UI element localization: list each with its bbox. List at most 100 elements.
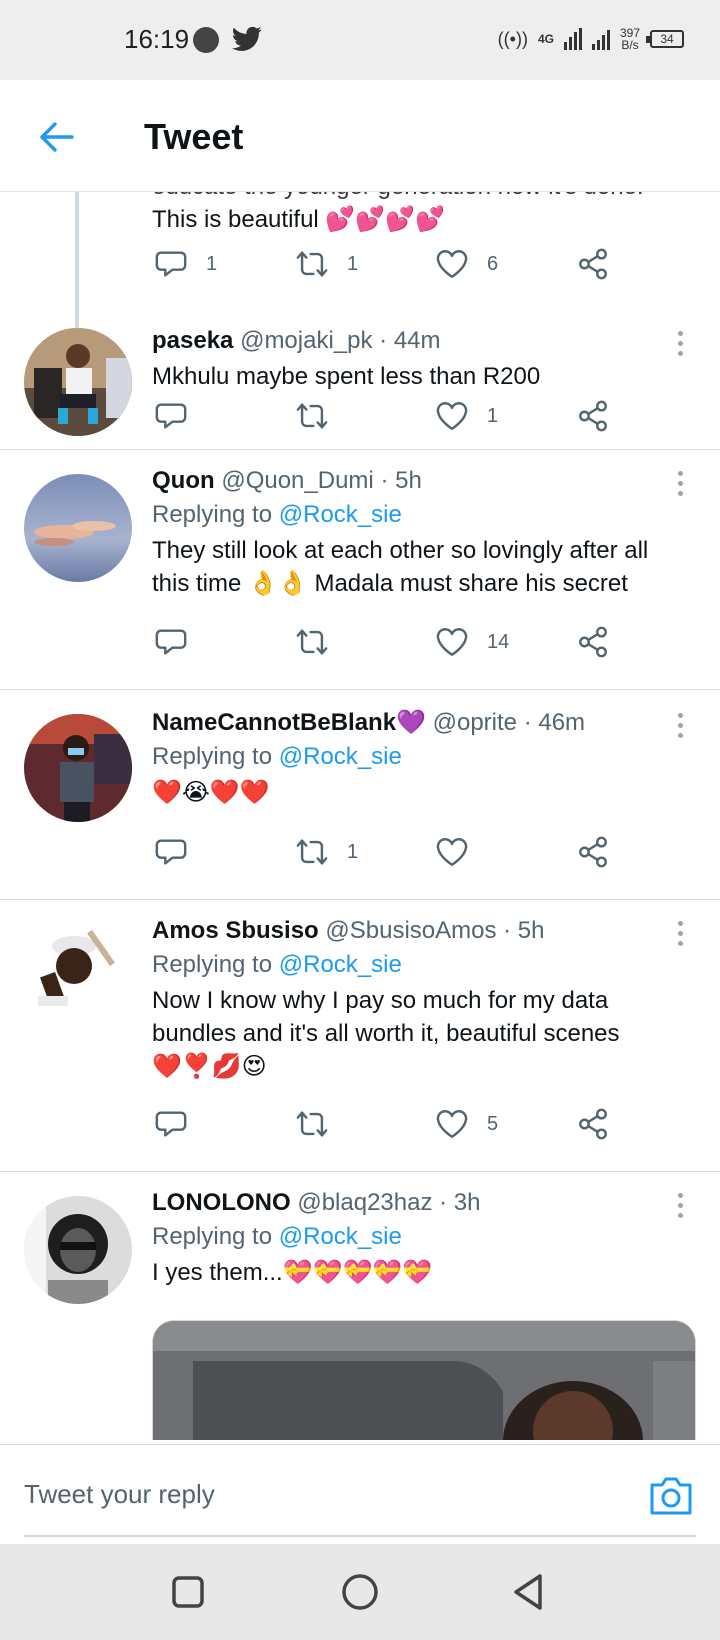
share-button[interactable]: [576, 1104, 610, 1144]
avatar[interactable]: [24, 1196, 132, 1304]
timestamp: · 5h: [503, 917, 545, 944]
tweet-content: paseka @mojaki_pk · 44m Mkhulu maybe spe…: [152, 324, 664, 393]
share-button[interactable]: [576, 622, 610, 662]
avatar[interactable]: [24, 924, 132, 1032]
like-button[interactable]: [435, 832, 487, 872]
parent-tweet-text: educate the younger generation now it's …: [152, 192, 644, 236]
username[interactable]: @mojaki_pk: [240, 327, 372, 354]
notification-dot-icon: [193, 27, 219, 53]
username[interactable]: @Quon_Dumi: [221, 467, 373, 494]
avatar-photo: [24, 1196, 132, 1304]
display-name[interactable]: LONOLONO: [152, 1189, 291, 1216]
tweet-actions: 14: [152, 622, 632, 662]
share-button[interactable]: [576, 396, 610, 436]
more-options-icon[interactable]: [670, 708, 690, 742]
heart-icon: [436, 628, 468, 656]
replying-to: Replying to @Rock_sie: [152, 740, 664, 774]
display-name[interactable]: Amos Sbusiso: [152, 917, 319, 944]
replying-to-label: Replying to: [152, 501, 273, 528]
timestamp: · 3h: [439, 1189, 481, 1216]
heart-icon: [436, 838, 468, 866]
reply-button[interactable]: [154, 832, 206, 872]
replying-to-label: Replying to: [152, 1223, 273, 1250]
like-count: 1: [487, 404, 499, 427]
display-name[interactable]: NameCannotBeBlank💜: [152, 709, 426, 736]
arrow-left-icon: [40, 122, 74, 152]
like-count: 5: [487, 1112, 499, 1135]
parent-tweet-cut-line: educate the younger generation now it's …: [152, 192, 644, 203]
more-options-icon[interactable]: [670, 466, 690, 500]
retweet-button[interactable]: [295, 622, 347, 662]
like-count: 6: [487, 252, 499, 275]
share-button[interactable]: [576, 244, 610, 284]
reply-button[interactable]: [154, 622, 206, 662]
like-button[interactable]: 14: [435, 622, 509, 662]
retweet-button[interactable]: [295, 396, 347, 436]
heart-icon: [436, 1110, 468, 1138]
more-options-icon[interactable]: [670, 326, 690, 360]
tweet-reply[interactable]: Quon @Quon_Dumi · 5h Replying to @Rock_s…: [0, 450, 720, 690]
share-icon: [579, 248, 607, 280]
retweet-icon: [296, 251, 328, 277]
heart-icon: [436, 250, 468, 278]
tweet-reply[interactable]: LONOLONO @blaq23haz · 3h Replying to @Ro…: [0, 1172, 720, 1444]
tweet-text: ❤️😭❤️❤️: [152, 779, 270, 806]
tweet-text: They still look at each other so lovingl…: [152, 537, 649, 597]
like-button[interactable]: 5: [435, 1104, 498, 1144]
reply-input[interactable]: Tweet your reply: [24, 1479, 215, 1510]
display-name[interactable]: paseka: [152, 327, 233, 354]
display-name[interactable]: Quon: [152, 467, 215, 494]
avatar[interactable]: [24, 474, 132, 582]
retweet-button[interactable]: 1: [295, 244, 358, 284]
replying-to-link[interactable]: @Rock_sie: [279, 1223, 402, 1250]
tweet-reply[interactable]: NameCannotBeBlank💜 @oprite · 46m Replyin…: [0, 690, 720, 900]
tweet-feed[interactable]: educate the younger generation now it's …: [0, 192, 720, 1444]
circle-icon[interactable]: [338, 1570, 382, 1614]
square-icon[interactable]: [166, 1570, 210, 1614]
tweet-reply[interactable]: paseka @mojaki_pk · 44m Mkhulu maybe spe…: [0, 302, 720, 450]
avatar[interactable]: [24, 714, 132, 822]
triangle-back-icon[interactable]: [508, 1570, 552, 1614]
tweet-actions: 1: [152, 832, 632, 872]
reply-button[interactable]: [154, 1104, 206, 1144]
reply-icon: [155, 629, 187, 655]
retweet-icon: [296, 403, 328, 429]
avatar-photo: [24, 714, 132, 822]
replying-to-link[interactable]: @Rock_sie: [279, 501, 402, 528]
replying-to-label: Replying to: [152, 951, 273, 978]
like-button[interactable]: 6: [435, 244, 498, 284]
retweet-button[interactable]: [295, 1104, 347, 1144]
tweet-reply[interactable]: Amos Sbusiso @SbusisoAmos · 5h Replying …: [0, 900, 720, 1172]
more-options-icon[interactable]: [670, 1188, 690, 1222]
more-options-icon[interactable]: [670, 916, 690, 950]
replying-to: Replying to @Rock_sie: [152, 948, 664, 982]
username[interactable]: @SbusisoAmos: [325, 917, 496, 944]
back-button[interactable]: [34, 114, 80, 160]
share-button[interactable]: [576, 832, 610, 872]
tweet-content: LONOLONO @blaq23haz · 3h Replying to @Ro…: [152, 1186, 664, 1289]
reply-button[interactable]: 1: [154, 244, 217, 284]
replying-to: Replying to @Rock_sie: [152, 1220, 664, 1254]
timestamp: · 44m: [379, 327, 441, 354]
status-icons: ((•)) 4G 397 B/s 34: [498, 22, 684, 56]
camera-icon[interactable]: [648, 1473, 694, 1517]
tweet-media-image[interactable]: [152, 1320, 696, 1440]
like-button[interactable]: 1: [435, 396, 498, 436]
replying-to-link[interactable]: @Rock_sie: [279, 951, 402, 978]
avatar[interactable]: [24, 328, 132, 436]
replying-to: Replying to @Rock_sie: [152, 498, 664, 532]
hotspot-icon: ((•)): [497, 28, 528, 49]
reply-icon: [155, 403, 187, 429]
signal-1-icon: [563, 28, 582, 50]
username[interactable]: @blaq23haz: [297, 1189, 432, 1216]
share-icon: [579, 1108, 607, 1140]
tweet-header: Quon @Quon_Dumi · 5h: [152, 464, 664, 498]
replying-to-link[interactable]: @Rock_sie: [279, 743, 402, 770]
username[interactable]: @oprite: [433, 709, 517, 736]
tweet-header: paseka @mojaki_pk · 44m: [152, 324, 664, 358]
retweet-count: 1: [347, 252, 359, 275]
reply-button[interactable]: [154, 396, 206, 436]
reply-input-underline: [24, 1535, 696, 1537]
avatar-photo: [24, 474, 132, 582]
retweet-button[interactable]: 1: [295, 832, 358, 872]
